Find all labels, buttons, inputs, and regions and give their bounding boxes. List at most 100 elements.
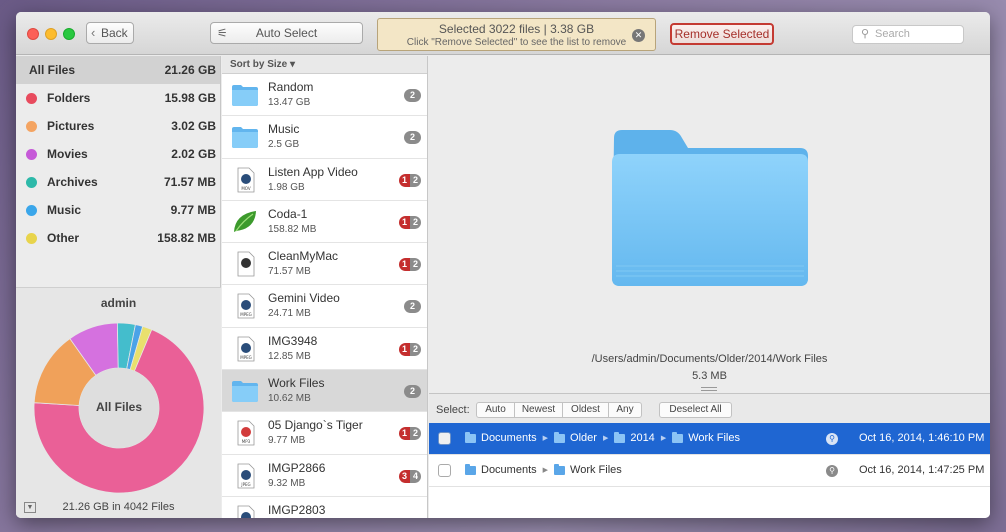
resize-grip[interactable] <box>701 387 717 391</box>
path-crumb[interactable]: 2014 <box>614 431 655 444</box>
sidebar-item-pictures[interactable]: Pictures 3.02 GB <box>16 112 220 140</box>
file-list-item[interactable]: JPEG IMGP2866 9.32 MB 3 4 <box>222 454 427 497</box>
back-button[interactable]: ‹ Back <box>86 22 134 44</box>
reveal-in-finder-icon[interactable]: ⚲ <box>826 433 838 445</box>
close-window-button[interactable] <box>27 28 39 40</box>
auto-select-button[interactable]: ⚟ Auto Select <box>210 22 363 44</box>
file-list-item[interactable]: MP3 05 Django`s Tiger 9.77 MB 1 2 <box>222 412 427 455</box>
sidebar-item-size: 21.26 GB <box>164 63 216 77</box>
search-input[interactable]: ⚲ Search <box>852 25 964 44</box>
donut-center-label: All Files <box>95 400 142 414</box>
file-name: IMGP2866 <box>268 460 326 475</box>
file-name: CleanMyMac <box>268 249 339 264</box>
total-count: 2 <box>409 258 421 272</box>
file-name: Music <box>268 122 300 137</box>
file-list-item[interactable]: MOV Listen App Video 1.98 GB 1 2 <box>222 158 427 201</box>
select-newest-button[interactable]: Newest <box>514 402 563 418</box>
selected-count: 1 <box>398 427 410 441</box>
category-color-dot-icon <box>26 177 37 188</box>
path-crumb-label: Work Files <box>570 464 622 476</box>
sidebar-item-all-files[interactable]: All Files 21.26 GB <box>16 56 220 84</box>
category-list: Folders 15.98 GB Pictures 3.02 GB Movies 2.02… <box>16 84 220 252</box>
coda-leaf-icon <box>231 209 259 235</box>
select-auto-button[interactable]: Auto <box>476 402 515 418</box>
total-count: 2 <box>409 342 421 356</box>
reveal-in-finder-icon[interactable]: ⚲ <box>826 465 838 477</box>
file-list-item[interactable]: MPEG IMG3948 12.85 MB 1 2 <box>222 327 427 371</box>
file-list-item[interactable]: Work Files 10.62 MB 2 <box>222 370 427 413</box>
file-list-item[interactable]: Coda-1 158.82 MB 1 2 <box>222 200 427 244</box>
category-color-dot-icon <box>26 121 37 132</box>
selected-count: 1 <box>398 342 410 356</box>
file-list-item[interactable]: Random 13.47 GB 2 <box>222 74 427 117</box>
sidebar-item-size: 15.98 GB <box>164 91 216 105</box>
file-size: 12.85 MB <box>268 350 311 362</box>
path-separator-icon: ▶ <box>542 435 549 442</box>
sidebar-item-music[interactable]: Music 9.77 MB <box>16 196 220 224</box>
folder-icon <box>465 431 476 443</box>
svg-text:MOV: MOV <box>241 186 251 191</box>
file-size: 24.71 MB <box>268 308 311 320</box>
duplicate-checkbox[interactable] <box>438 464 451 477</box>
select-oldest-button[interactable]: Oldest <box>562 402 609 418</box>
folder-icon <box>231 378 259 404</box>
selection-status: Selected 3022 files | 3.38 GB Click "Rem… <box>377 18 656 51</box>
user-name: admin <box>100 296 137 310</box>
sidebar-item-size: 71.57 MB <box>163 175 216 189</box>
archive-file-icon <box>231 251 259 277</box>
file-size: 2.5 GB <box>268 139 300 151</box>
folder-icon <box>231 82 259 108</box>
sidebar-item-folders[interactable]: Folders 15.98 GB <box>16 84 220 112</box>
path-crumb-label: 2014 <box>630 432 655 444</box>
duplicate-checkbox[interactable] <box>438 432 451 445</box>
duplicate-row[interactable]: Documents ▶ Older ▶ 2014 ▶ Work Files ⚲ Oct 16, … <box>429 423 990 455</box>
file-size: 9.77 MB <box>268 435 306 447</box>
total-count: 2 <box>404 131 421 145</box>
file-list-item[interactable]: MPEG Gemini Video 24.71 MB 2 <box>222 285 427 328</box>
file-list-item[interactable]: Music 2.5 GB 2 <box>222 116 427 159</box>
close-icon[interactable]: ✕ <box>632 29 645 42</box>
total-count: 2 <box>404 89 421 102</box>
duplicate-count-badge: 2 <box>404 385 421 399</box>
path-crumb[interactable]: Documents <box>465 463 537 476</box>
path-crumb[interactable]: Documents <box>465 431 537 444</box>
select-any-button[interactable]: Any <box>608 402 642 418</box>
duplicate-path: Documents ▶ Older ▶ 2014 ▶ Work Files <box>465 431 740 444</box>
sidebar-item-size: 3.02 GB <box>171 119 216 133</box>
sidebar-item-label: Archives <box>47 175 98 189</box>
svg-text:MP3: MP3 <box>242 439 251 444</box>
file-list-item[interactable]: CleanMyMac 71.57 MB 1 2 <box>222 243 427 286</box>
deselect-all-button[interactable]: Deselect All <box>659 402 732 418</box>
path-crumb[interactable]: Work Files <box>672 431 740 444</box>
sidebar-item-label: All Files <box>29 63 76 77</box>
file-name: Coda-1 <box>268 206 308 221</box>
sidebar-item-movies[interactable]: Movies 2.02 GB <box>16 140 220 168</box>
file-name: Work Files <box>268 376 325 391</box>
sidebar-item-archives[interactable]: Archives 71.57 MB <box>16 168 220 196</box>
total-count: 2 <box>409 427 421 441</box>
path-crumb[interactable]: Work Files <box>554 463 622 476</box>
duplicate-row[interactable]: Documents ▶ Work Files ⚲ Oct 16, 2014, 1:47:… <box>429 455 990 487</box>
duplicate-count-badge: 12 <box>398 173 421 187</box>
jpeg-file-icon: JPEG <box>231 463 259 489</box>
sidebar-item-label: Other <box>47 231 80 245</box>
mp3-file-icon: MP3 <box>231 420 259 446</box>
minimize-window-button[interactable] <box>45 28 57 40</box>
mpeg-file-icon: MPEG <box>231 336 259 362</box>
path-crumb[interactable]: Older <box>554 431 597 444</box>
file-name: Listen App Video <box>268 164 358 179</box>
path-separator-icon: ▶ <box>542 467 549 474</box>
file-list-item[interactable]: JPEG IMGP2803 <box>222 496 427 518</box>
sidebar-item-other[interactable]: Other 158.82 MB <box>16 224 220 252</box>
duplicate-count-badge: 12 <box>398 215 421 229</box>
folder-icon <box>554 431 566 443</box>
remove-selected-button[interactable]: Remove Selected <box>670 23 774 45</box>
sort-by-size-menu[interactable]: Sort by Size ▾ <box>222 56 427 74</box>
zoom-window-button[interactable] <box>63 28 75 40</box>
path-crumb-label: Older <box>570 432 597 444</box>
storage-summary: admin All Files ▼ 21.26 GB in 4042 Files <box>16 287 221 518</box>
category-color-dot-icon <box>26 93 37 104</box>
total-count: 2 <box>404 300 421 314</box>
duplicate-path: Documents ▶ Work Files <box>465 463 622 476</box>
duplicate-date: Oct 16, 2014, 1:47:25 PM <box>859 464 985 476</box>
